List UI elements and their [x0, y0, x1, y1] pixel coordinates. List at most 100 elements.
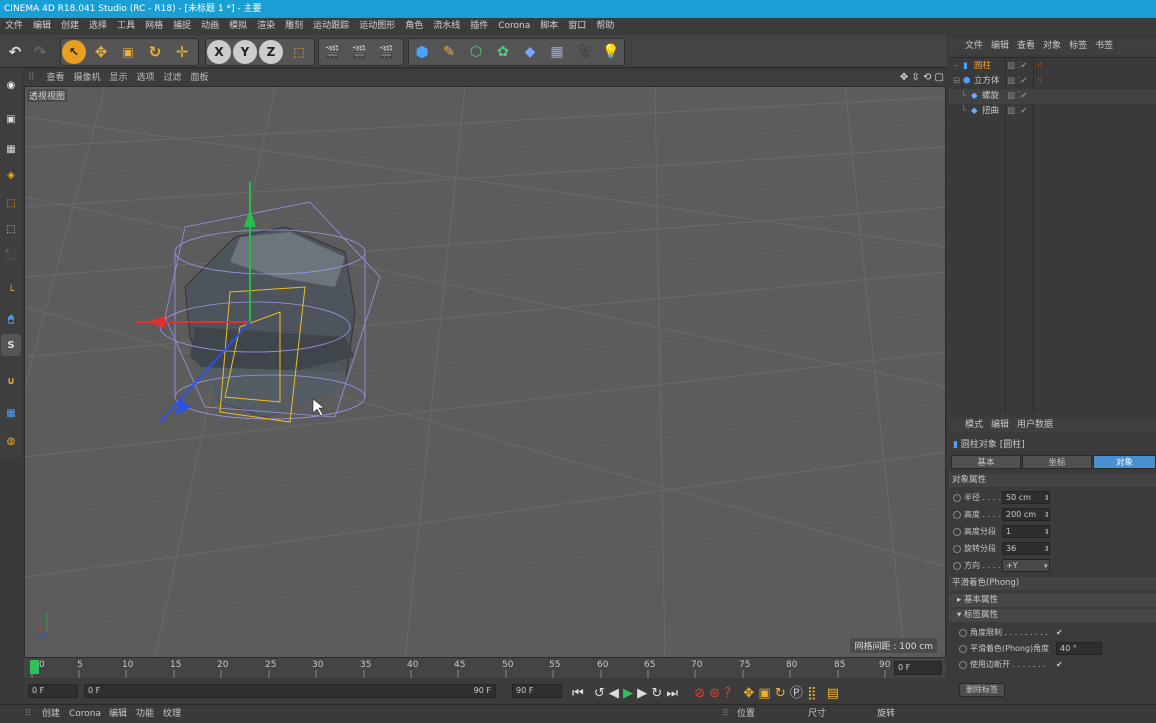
section-tag-props[interactable]: ▾ 标签属性 — [949, 609, 1156, 622]
perspective-viewport[interactable]: 透视视图 网格间距 : 100 cm — [24, 86, 946, 658]
viewport-menu-cameras[interactable]: 摄像机 — [73, 73, 100, 83]
material-menu-texture[interactable]: 纹理 — [163, 705, 181, 723]
planar-workplane-icon[interactable]: ◍ — [1, 430, 21, 452]
subdivision-icon[interactable]: ⬡ — [464, 40, 488, 64]
menu-sculpt[interactable]: 雕刻 — [280, 18, 308, 35]
prop-radius[interactable]: 半径 . . . . 50 cm ⇕ — [949, 490, 1156, 506]
menu-animate[interactable]: 动画 — [196, 18, 224, 35]
timeline-window-icon[interactable]: ▤ — [827, 686, 839, 701]
menu-tools[interactable]: 工具 — [112, 18, 140, 35]
viewport-menu-filter[interactable]: 过滤 — [164, 73, 182, 83]
make-editable-icon[interactable]: ◉ — [1, 74, 21, 96]
obj-menu-view[interactable]: 查看 — [1017, 41, 1035, 51]
prop-value[interactable]: 40 ° — [1056, 642, 1102, 655]
visibility-dots-icon[interactable]: ▨ ⁚✔ — [1007, 59, 1028, 74]
pen-icon[interactable]: ✎ — [437, 40, 461, 64]
obj-menu-tags[interactable]: 标签 — [1069, 41, 1087, 51]
viewport-menu-options[interactable]: 选项 — [137, 73, 155, 83]
checkbox-checked[interactable]: ✔ — [1056, 657, 1063, 673]
material-menu-create[interactable]: 创建 — [42, 705, 60, 723]
cloner-icon[interactable]: ✿ — [491, 40, 515, 64]
orientation-dropdown[interactable]: +Y — [1002, 559, 1050, 572]
frame-range-slider[interactable]: 0 F 90 F — [84, 684, 496, 698]
next-frame-icon[interactable]: ▶ — [637, 686, 647, 701]
attr-menu-mode[interactable]: 模式 — [965, 420, 983, 430]
scale-icon[interactable]: ▣ — [116, 40, 140, 64]
radio-icon[interactable] — [953, 494, 961, 502]
rotate-icon[interactable]: ↻ — [143, 40, 167, 64]
prev-frame-icon[interactable]: ◀ — [609, 686, 619, 701]
prop-angle-limit[interactable]: 角度限制 . . . . . . . . . ✔ — [949, 625, 1156, 641]
radio-icon[interactable] — [959, 629, 967, 637]
object-row-twist[interactable]: └ ◆ 螺旋 ▨ ⁚✔ — [949, 89, 1156, 104]
polygons-mode-icon[interactable]: ⬛ — [1, 244, 21, 266]
menu-script[interactable]: 脚本 — [535, 18, 563, 35]
prop-phong-angle[interactable]: 平滑着色(Phong)角度 40 ° — [949, 641, 1156, 657]
menu-simulate[interactable]: 模拟 — [224, 18, 252, 35]
radio-icon[interactable] — [959, 645, 967, 653]
radio-icon[interactable] — [953, 511, 961, 519]
goto-start-icon[interactable]: ⏮ — [572, 686, 584, 701]
prev-key-icon[interactable]: ↺ — [594, 686, 605, 701]
visibility-dots-icon[interactable]: ▨ ⁚✔ — [1007, 89, 1028, 104]
object-row-cylinder[interactable]: – ▮ 圆柱 ▨ ⁚✔ ⁖ — [949, 59, 1156, 74]
prop-value[interactable]: 1 — [1002, 525, 1050, 538]
keyframe-selection-icon[interactable]: ? — [724, 686, 731, 701]
key-points-icon[interactable]: ⣿ — [807, 686, 817, 701]
prop-height-segments[interactable]: 高度分段 1 ⇕ — [949, 524, 1156, 540]
menu-mograph[interactable]: 运动图形 — [354, 18, 400, 35]
checkbox-checked[interactable]: ✔ — [1056, 625, 1063, 641]
transform-icon[interactable]: ✛ — [170, 40, 194, 64]
visibility-dots-icon[interactable]: ▨ ⁚✔ — [1007, 74, 1028, 89]
key-rotation-icon[interactable]: ↻ — [775, 686, 786, 701]
object-row-bend[interactable]: └ ◆ 扭曲 ▨ ⁚✔ — [949, 104, 1156, 119]
workplane-icon[interactable]: ◈ — [1, 164, 21, 186]
tab-object[interactable]: 对象 — [1093, 455, 1156, 469]
tab-coord[interactable]: 坐标 — [1022, 455, 1092, 469]
menu-edit[interactable]: 编辑 — [28, 18, 56, 35]
prop-value[interactable]: 50 cm — [1002, 491, 1050, 504]
spinner-icon[interactable]: ⇕ — [1044, 507, 1050, 523]
render-settings-icon[interactable]: 🎬 — [374, 40, 398, 64]
solo-icon[interactable]: S — [1, 334, 21, 356]
edges-mode-icon[interactable]: ⬚ — [1, 218, 21, 240]
prop-rotation-segments[interactable]: 旋转分段 36 ⇕ — [949, 541, 1156, 557]
menu-mesh[interactable]: 网格 — [140, 18, 168, 35]
key-parameter-icon[interactable]: Ⓟ — [790, 686, 803, 701]
radio-icon[interactable] — [953, 545, 961, 553]
z-axis-button[interactable]: Z — [259, 40, 283, 64]
cube-icon[interactable]: ⬢ — [410, 40, 434, 64]
menu-snap[interactable]: 捕捉 — [168, 18, 196, 35]
object-row-cube[interactable]: ⊟ ⬢ 立方体 ▨ ⁚✔ ⁖ — [949, 74, 1156, 89]
visibility-dots-icon[interactable]: ▨ ⁚✔ — [1007, 104, 1028, 119]
radio-icon[interactable] — [953, 562, 961, 570]
radio-icon[interactable] — [959, 661, 967, 669]
delete-tag-button[interactable]: 删除标签 — [959, 683, 1005, 697]
obj-menu-file[interactable]: 文件 — [965, 41, 983, 51]
move-icon[interactable]: ✥ — [89, 40, 113, 64]
camera-icon[interactable]: 🎥 — [572, 40, 596, 64]
menu-corona[interactable]: Corona — [493, 18, 535, 35]
menu-render[interactable]: 渲染 — [252, 18, 280, 35]
prop-height[interactable]: 高度 . . . . 200 cm ⇕ — [949, 507, 1156, 523]
spinner-icon[interactable]: ⇕ — [1044, 490, 1050, 506]
live-select-icon[interactable]: ↖ — [62, 40, 86, 64]
obj-menu-edit[interactable]: 编辑 — [991, 41, 1009, 51]
phong-tag-icon[interactable]: ⁖ — [1037, 74, 1042, 89]
coordinate-system-icon[interactable]: ⬚ — [287, 40, 311, 64]
lock-workplane-icon[interactable]: ▦ — [1, 402, 21, 424]
spinner-icon[interactable]: ⇕ — [1044, 524, 1050, 540]
phong-tag-icon[interactable]: ⁖ — [1037, 59, 1042, 74]
material-menu-edit[interactable]: 编辑 — [109, 705, 127, 723]
menu-motion-tracker[interactable]: 运动跟踪 — [308, 18, 354, 35]
menu-window[interactable]: 窗口 — [563, 18, 591, 35]
next-key-icon[interactable]: ↻ — [651, 686, 662, 701]
viewport-menu-view[interactable]: 查看 — [46, 73, 64, 83]
menu-select[interactable]: 选择 — [84, 18, 112, 35]
end-frame-field[interactable]: 90 F — [512, 684, 562, 698]
current-frame-field[interactable]: 0 F — [894, 661, 942, 675]
model-mode-icon[interactable]: ▣ — [1, 108, 21, 130]
auto-key-icon[interactable]: ⊛ — [709, 686, 720, 701]
viewport-nav-icons[interactable]: ✥ ⇳ ⟲ ▢ — [900, 70, 944, 86]
obj-menu-objects[interactable]: 对象 — [1043, 41, 1061, 51]
